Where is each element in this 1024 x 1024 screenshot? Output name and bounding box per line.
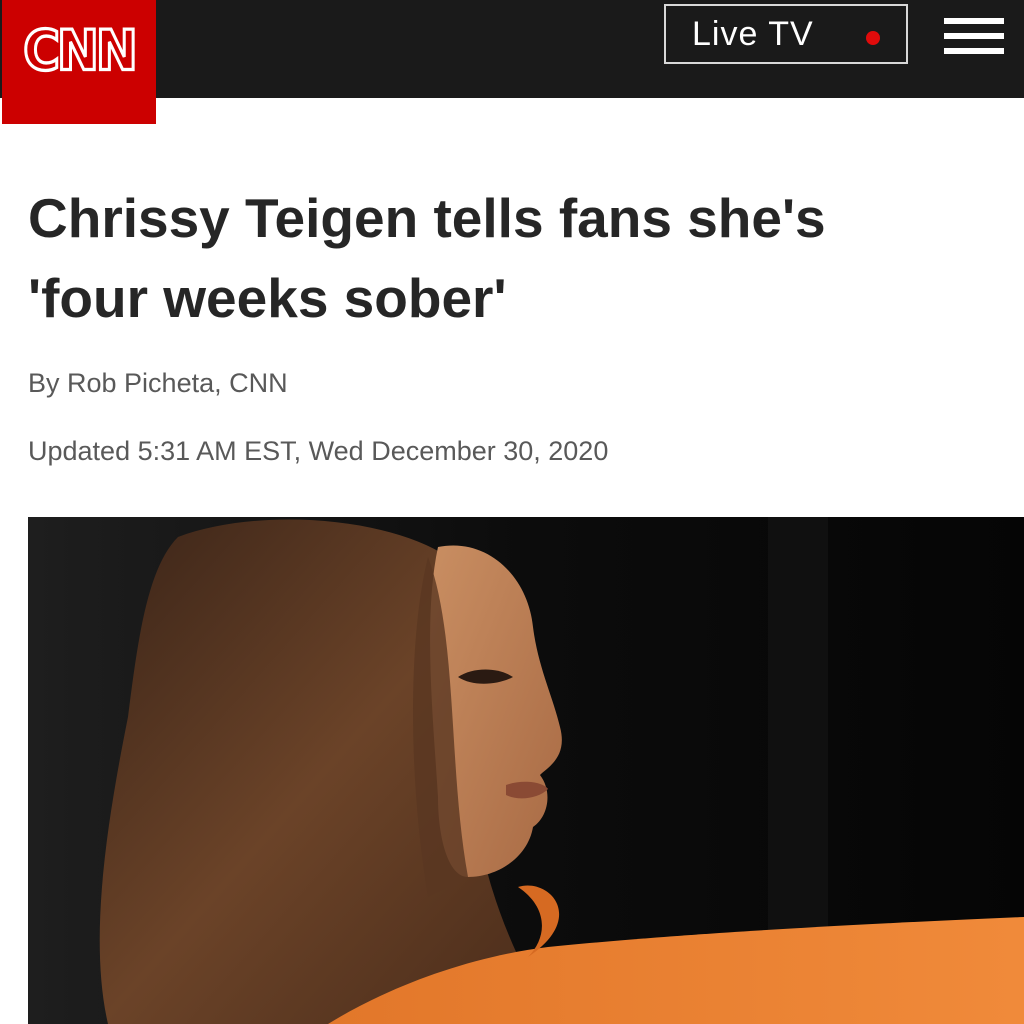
- menu-bar-top: [944, 18, 1004, 24]
- live-tv-label: Live TV: [692, 14, 814, 53]
- article-headline: Chrissy Teigen tells fans she's 'four wee…: [28, 178, 1024, 338]
- article-timestamp: Updated 5:31 AM EST, Wed December 30, 20…: [28, 436, 609, 466]
- live-indicator-icon: [866, 31, 880, 45]
- cnn-logo-text: CNN: [22, 17, 139, 84]
- cnn-logo[interactable]: CNN: [2, 0, 156, 124]
- menu-bar-middle: [944, 33, 1004, 39]
- headline-line-2: 'four weeks sober': [28, 267, 507, 329]
- menu-bar-bottom: [944, 48, 1004, 54]
- live-tv-button[interactable]: Live TV: [664, 4, 908, 64]
- hamburger-menu-icon[interactable]: [944, 14, 1004, 58]
- article-byline: By Rob Picheta, CNN: [28, 368, 288, 398]
- headline-line-1: Chrissy Teigen tells fans she's: [28, 187, 826, 249]
- hero-photo-illustration: [28, 517, 1024, 1024]
- article-hero-image: [28, 517, 1024, 1024]
